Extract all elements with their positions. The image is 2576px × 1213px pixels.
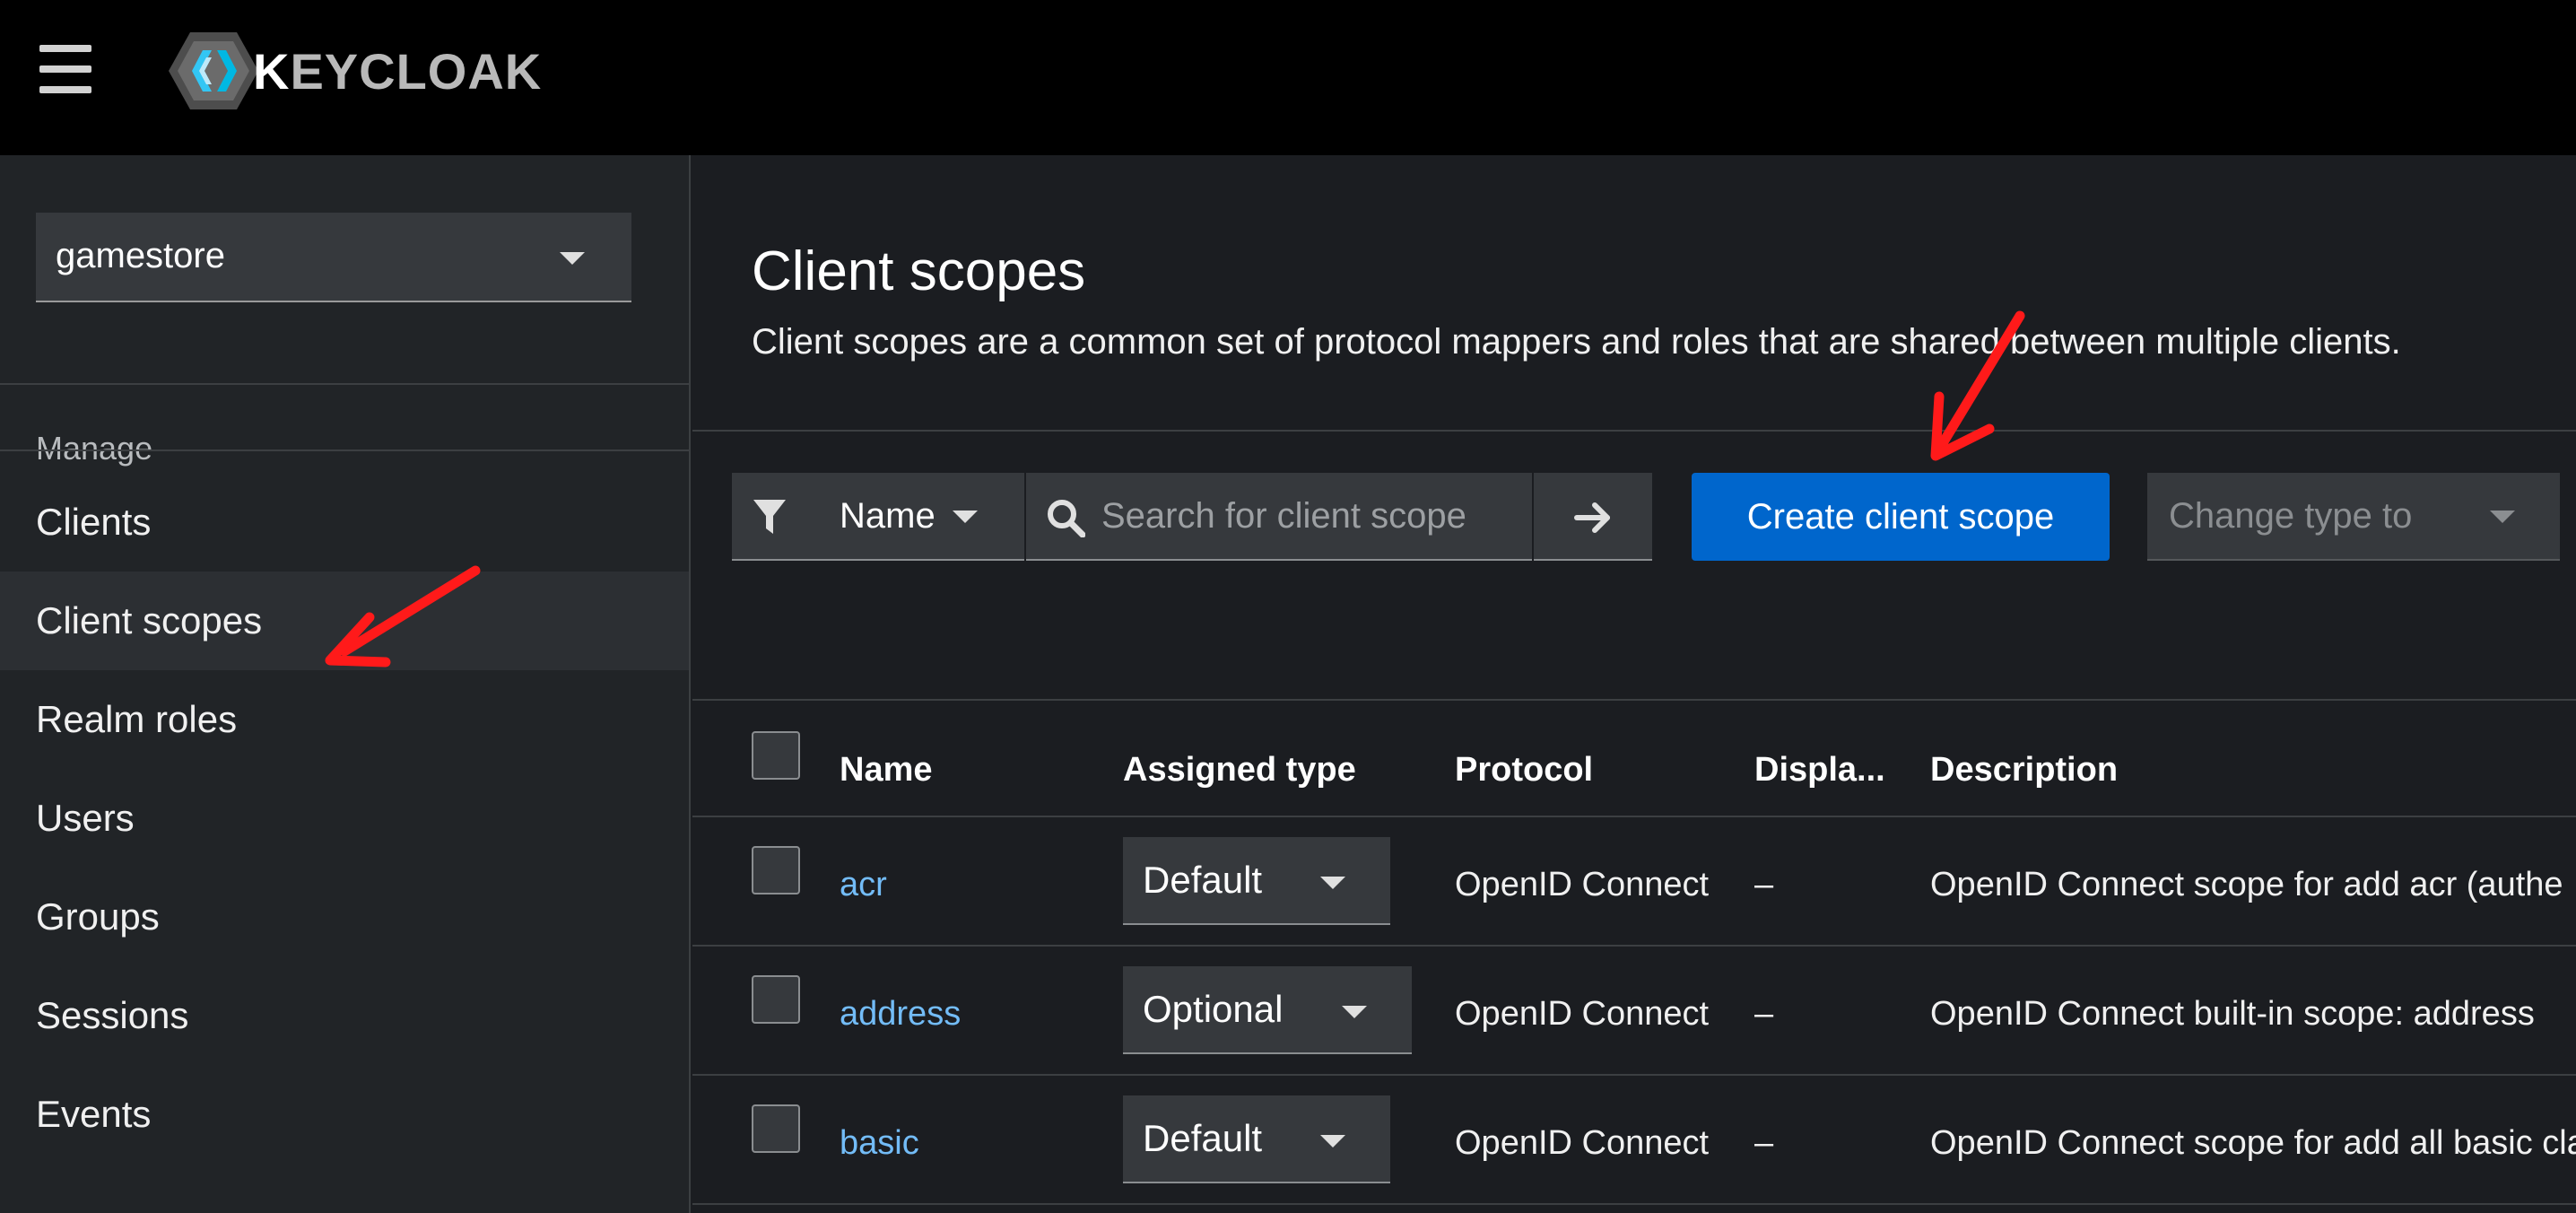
scope-name-link[interactable]: acr <box>840 866 887 904</box>
caret-down-icon <box>560 252 585 265</box>
sidebar-divider <box>0 383 691 385</box>
assigned-type-dropdown[interactable]: Default <box>1123 1095 1390 1183</box>
display-cell: – <box>1754 866 1774 903</box>
filter-icon <box>753 500 786 534</box>
row-checkbox[interactable] <box>752 1104 800 1153</box>
column-header-name[interactable]: Name <box>840 751 933 790</box>
row-divider <box>692 1074 2576 1076</box>
search-icon <box>1048 500 1085 537</box>
keycloak-hexagon-icon <box>169 32 258 109</box>
create-client-scope-button[interactable]: Create client scope <box>1692 473 2110 561</box>
search-input[interactable] <box>1101 473 1523 559</box>
column-header-display-on-screen[interactable]: Displa... <box>1754 751 1885 790</box>
column-header-description: Description <box>1930 751 2119 789</box>
page-description: Client scopes are a common set of protoc… <box>752 322 2401 362</box>
sidebar-item-events[interactable]: Events <box>0 1065 689 1164</box>
scope-name-link[interactable]: address <box>840 995 961 1034</box>
change-type-dropdown[interactable]: Change type to <box>2147 473 2560 561</box>
masthead: KEYCLOAK <box>0 0 2576 155</box>
row-checkbox[interactable] <box>752 846 800 894</box>
scope-name-link[interactable]: basic <box>840 1124 919 1163</box>
protocol-cell: OpenID Connect <box>1455 1124 1710 1162</box>
assigned-type-value: Optional <box>1143 988 1284 1030</box>
sidebar-item-groups[interactable]: Groups <box>0 868 689 966</box>
brand-wordmark: KEYCLOAK <box>253 42 543 100</box>
select-all-checkbox[interactable] <box>752 731 800 780</box>
filter-attribute-dropdown[interactable]: Name <box>732 473 1024 561</box>
description-cell: OpenID Connect scope for add acr (authe <box>1930 866 2563 903</box>
caret-down-icon <box>2490 511 2515 523</box>
row-checkbox[interactable] <box>752 975 800 1024</box>
column-header-protocol[interactable]: Protocol <box>1455 751 1593 790</box>
sidebar: gamestore Manage Clients Client scopes R… <box>0 155 691 1213</box>
filter-attribute-label: Name <box>840 496 936 536</box>
caret-down-icon <box>953 511 978 523</box>
protocol-cell: OpenID Connect <box>1455 995 1710 1033</box>
display-cell: – <box>1754 995 1774 1033</box>
row-divider <box>692 816 2576 817</box>
section-divider <box>692 430 2576 432</box>
row-divider <box>692 1203 2576 1205</box>
assigned-type-dropdown[interactable]: Default <box>1123 837 1390 925</box>
assigned-type-dropdown[interactable]: Optional <box>1123 966 1412 1054</box>
protocol-cell: OpenID Connect <box>1455 866 1710 903</box>
sidebar-divider <box>0 449 691 451</box>
sidebar-item-client-scopes[interactable]: Client scopes <box>0 572 689 670</box>
realm-name: gamestore <box>56 236 225 275</box>
assigned-type-value: Default <box>1143 1117 1263 1159</box>
page-title: Client scopes <box>752 240 1086 302</box>
hamburger-menu-icon[interactable] <box>39 43 91 95</box>
column-header-assigned-type[interactable]: Assigned type <box>1123 751 1356 790</box>
realm-selector[interactable]: gamestore <box>36 213 631 302</box>
sidebar-section-label: Manage <box>36 430 153 467</box>
description-cell: OpenID Connect scope for add all basic c… <box>1930 1124 2576 1162</box>
arrow-right-icon <box>1574 502 1610 533</box>
sidebar-item-sessions[interactable]: Sessions <box>0 966 689 1065</box>
change-type-label: Change type to <box>2169 496 2413 536</box>
caret-down-icon <box>1320 1135 1345 1148</box>
search-box <box>1026 473 1532 561</box>
caret-down-icon <box>1342 1006 1367 1018</box>
section-divider <box>692 699 2576 701</box>
sidebar-item-clients[interactable]: Clients <box>0 473 689 572</box>
description-cell: OpenID Connect built-in scope: address <box>1930 995 2535 1033</box>
sidebar-item-users[interactable]: Users <box>0 769 689 868</box>
row-divider <box>692 945 2576 947</box>
keycloak-logo[interactable]: KEYCLOAK <box>167 31 542 111</box>
main-content: Client scopes Client scopes are a common… <box>692 155 2576 1213</box>
assigned-type-value: Default <box>1143 859 1263 901</box>
sidebar-item-realm-roles[interactable]: Realm roles <box>0 670 689 769</box>
caret-down-icon <box>1320 877 1345 889</box>
display-cell: – <box>1754 1124 1774 1162</box>
search-submit-button[interactable] <box>1534 473 1652 561</box>
